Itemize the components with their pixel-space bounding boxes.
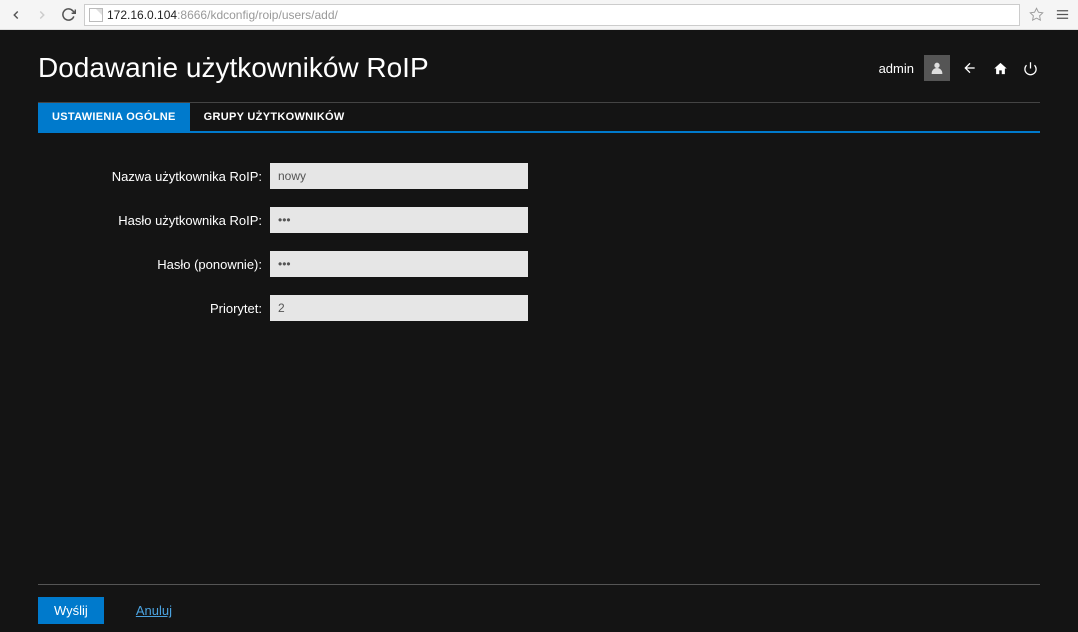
- footer: Wyślij Anuluj: [38, 584, 1040, 624]
- input-priority[interactable]: [270, 295, 528, 321]
- label-password-confirm: Hasło (ponownie):: [38, 257, 270, 272]
- page-header: Dodawanie użytkowników RoIP admin: [38, 52, 1040, 84]
- url-text: 172.16.0.104:8666/kdconfig/roip/users/ad…: [107, 8, 338, 22]
- cancel-link[interactable]: Anuluj: [136, 603, 172, 618]
- user-menu-button[interactable]: [924, 55, 950, 81]
- back-button[interactable]: [6, 5, 26, 25]
- label-username: Nazwa użytkownika RoIP:: [38, 169, 270, 184]
- address-bar[interactable]: 172.16.0.104:8666/kdconfig/roip/users/ad…: [84, 4, 1020, 26]
- label-password: Hasło użytkownika RoIP:: [38, 213, 270, 228]
- reload-button[interactable]: [58, 5, 78, 25]
- input-password-confirm[interactable]: [270, 251, 528, 277]
- tab-bar: USTAWIENIA OGÓLNE GRUPY UŻYTKOWNIKÓW: [38, 103, 1040, 133]
- input-username[interactable]: [270, 163, 528, 189]
- row-password-confirm: Hasło (ponownie):: [38, 251, 1040, 277]
- browser-toolbar: 172.16.0.104:8666/kdconfig/roip/users/ad…: [0, 0, 1078, 30]
- app-content: Dodawanie użytkowników RoIP admin USTAWI…: [0, 30, 1078, 632]
- back-arrow-button[interactable]: [960, 58, 980, 78]
- hamburger-menu-icon[interactable]: [1052, 5, 1072, 25]
- header-actions: admin: [879, 55, 1040, 81]
- footer-divider: [38, 584, 1040, 585]
- power-button[interactable]: [1020, 58, 1040, 78]
- bookmark-star-icon[interactable]: [1026, 5, 1046, 25]
- row-priority: Priorytet:: [38, 295, 1040, 321]
- page-title: Dodawanie użytkowników RoIP: [38, 52, 429, 84]
- row-username: Nazwa użytkownika RoIP:: [38, 163, 1040, 189]
- home-button[interactable]: [990, 58, 1010, 78]
- row-password: Hasło użytkownika RoIP:: [38, 207, 1040, 233]
- forward-button[interactable]: [32, 5, 52, 25]
- submit-button[interactable]: Wyślij: [38, 597, 104, 624]
- label-priority: Priorytet:: [38, 301, 270, 316]
- form-area: Nazwa użytkownika RoIP: Hasło użytkownik…: [38, 133, 1040, 321]
- current-user-label: admin: [879, 61, 914, 76]
- tab-user-groups[interactable]: GRUPY UŻYTKOWNIKÓW: [190, 103, 359, 131]
- footer-actions: Wyślij Anuluj: [38, 597, 1040, 624]
- input-password[interactable]: [270, 207, 528, 233]
- page-icon: [89, 8, 103, 22]
- tab-general-settings[interactable]: USTAWIENIA OGÓLNE: [38, 103, 190, 131]
